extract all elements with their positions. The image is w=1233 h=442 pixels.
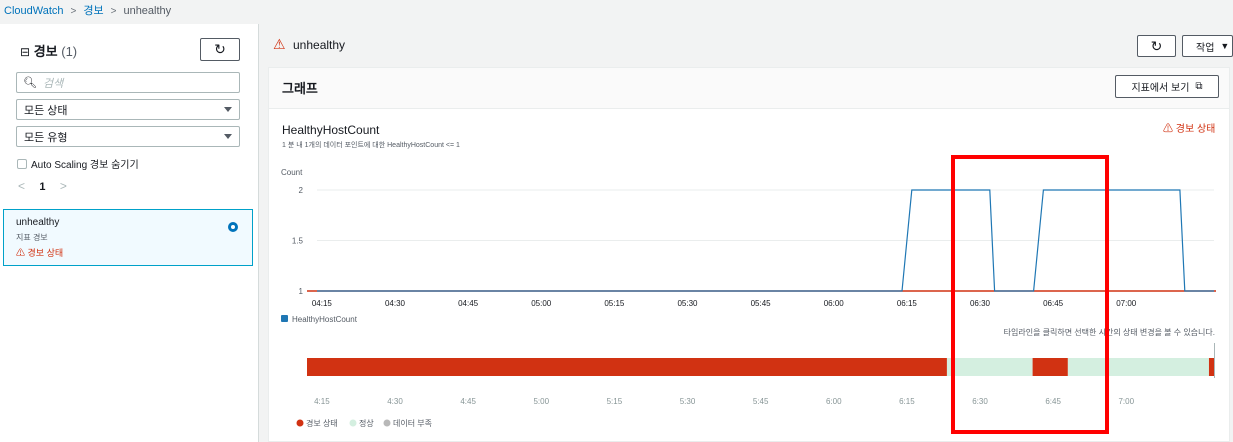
x-tick-label: 06:00 — [824, 299, 845, 308]
actions-button[interactable]: 작업 ▼ — [1182, 35, 1233, 57]
alarm-item-name: unhealthy — [16, 217, 60, 228]
alarm-select-radio[interactable] — [228, 222, 238, 232]
timeline-tick-label: 5:45 — [753, 397, 769, 406]
refresh-button[interactable]: ↻ — [200, 38, 240, 61]
caret-down-icon — [224, 134, 232, 139]
legend-swatch-healthyhostcount — [281, 315, 288, 322]
highlight-box — [951, 155, 1109, 434]
search-placeholder: 검색 — [42, 77, 64, 90]
detail-header: ⚠ unhealthy ↻ 작업 ▼ — [265, 28, 1233, 64]
timeline-tick-label: 7:00 — [1118, 397, 1134, 406]
timeline-tick-label: 5:15 — [607, 397, 623, 406]
legend-healthyhostcount[interactable]: HealthyHostCount — [292, 315, 358, 324]
state-filter-select[interactable]: 모든 상태 — [16, 99, 240, 120]
alarm-item-type: 지표 경보 — [16, 233, 48, 242]
timeline-segment-alarm — [1208, 358, 1214, 376]
x-tick-label: 04:30 — [385, 299, 406, 308]
y-axis-label: Count — [281, 168, 303, 177]
search-icon: 🔍︎ — [23, 77, 37, 89]
timeline-legend: 경보 상태 정상 데이터 부족 — [296, 418, 432, 428]
x-tick-label: 05:30 — [677, 299, 698, 308]
prev-page-icon[interactable]: < — [18, 179, 25, 193]
hide-autoscaling-label: Auto Scaling 경보 숨기기 — [31, 160, 139, 171]
x-tick-label: 04:45 — [458, 299, 479, 308]
timeline-segment-alarm — [307, 358, 947, 376]
warning-icon: ⚠ — [273, 36, 286, 52]
pagination: < 1 > — [18, 179, 67, 193]
x-tick-label: 06:15 — [897, 299, 918, 308]
timeline-tick-label: 6:00 — [826, 397, 842, 406]
caret-down-icon — [224, 107, 232, 112]
x-tick-label: 05:45 — [751, 299, 772, 308]
type-filter-select[interactable]: 모든 유형 — [16, 126, 240, 147]
breadcrumb-current: unhealthy — [123, 5, 172, 17]
alarm-title: unhealthy — [293, 38, 346, 52]
hide-autoscaling-checkbox[interactable] — [17, 159, 27, 169]
search-input[interactable]: 🔍︎ 검색 — [16, 72, 240, 93]
timeline-tick-label: 6:15 — [899, 397, 915, 406]
chevron-right-icon: > — [70, 6, 77, 17]
breadcrumb: CloudWatch > 경보 > unhealthy — [0, 0, 1233, 24]
alarm-item-state-label: 경보 상태 — [27, 248, 64, 258]
legend-ok-dot — [349, 419, 357, 427]
refresh-icon: ↻ — [1150, 37, 1163, 54]
timeline-tick-label: 4:15 — [314, 397, 330, 406]
alarm-item-state: ⚠ 경보 상태 — [16, 246, 63, 259]
y-tick-label: 1 — [299, 287, 304, 296]
timeline-tick-label: 4:30 — [387, 397, 403, 406]
legend-insufficient-label: 데이터 부족 — [393, 418, 432, 428]
legend-insufficient-dot — [383, 419, 391, 427]
page-number[interactable]: 1 — [39, 181, 45, 193]
alarm-list-item[interactable]: unhealthy 지표 경보 ⚠ 경보 상태 — [3, 209, 253, 266]
timeline-tick-label: 5:30 — [680, 397, 696, 406]
alarm-count: (1) — [61, 44, 78, 59]
panel-header: ⊟ 경보 (1) — [20, 41, 77, 60]
chevron-right-icon: > — [110, 6, 117, 17]
x-tick-label: 04:15 — [312, 299, 333, 308]
timeline-tick-label: 4:45 — [460, 397, 476, 406]
x-tick-label: 05:15 — [604, 299, 625, 308]
x-tick-label: 07:00 — [1116, 299, 1137, 308]
legend-alarm-label: 경보 상태 — [306, 418, 338, 428]
x-tick-label: 05:00 — [531, 299, 552, 308]
y-tick-label: 1.5 — [292, 237, 304, 246]
type-filter-value: 모든 유형 — [24, 131, 68, 144]
caret-down-icon: ▼ — [1220, 41, 1230, 51]
y-tick-label: 2 — [299, 186, 304, 195]
actions-label: 작업 — [1196, 42, 1215, 54]
collapse-icon[interactable]: ⊟ — [20, 45, 30, 59]
detail-refresh-button[interactable]: ↻ — [1137, 35, 1176, 57]
panel-title: 경보 — [33, 44, 58, 59]
breadcrumb-alarms-link[interactable]: 경보 — [83, 5, 103, 17]
next-page-icon[interactable]: > — [60, 179, 67, 193]
warning-icon: ⚠ — [16, 248, 26, 258]
legend-ok-label: 정상 — [359, 418, 374, 428]
legend-alarm-dot — [296, 419, 304, 427]
state-filter-value: 모든 상태 — [24, 104, 68, 117]
breadcrumb-cloudwatch-link[interactable]: CloudWatch — [4, 5, 64, 17]
refresh-icon: ↻ — [214, 41, 226, 57]
timeline-tick-label: 5:00 — [533, 397, 549, 406]
